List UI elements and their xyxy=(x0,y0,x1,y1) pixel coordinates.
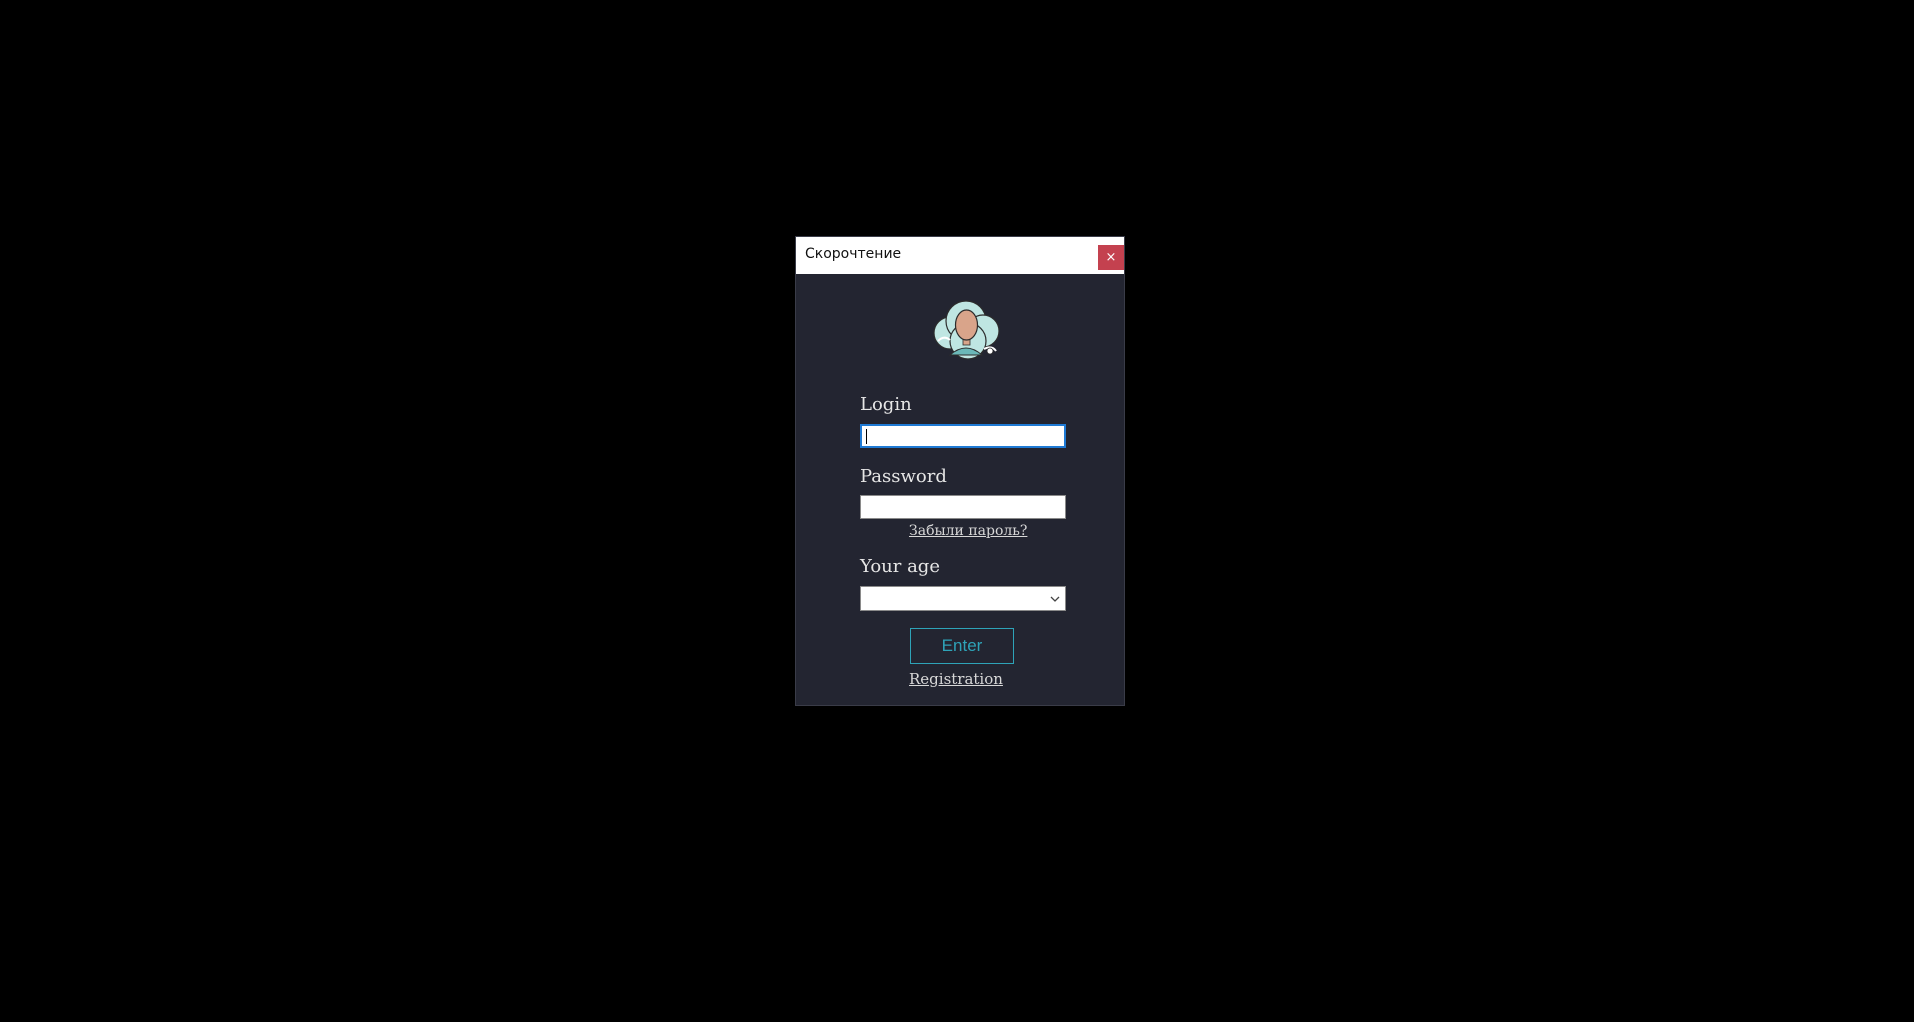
enter-button[interactable]: Enter xyxy=(910,628,1014,664)
user-avatar-icon xyxy=(933,300,1000,360)
login-window: Скорочтение × Login Password Забыли паро… xyxy=(795,236,1125,706)
login-input[interactable] xyxy=(860,424,1066,448)
password-input[interactable] xyxy=(860,495,1066,519)
login-label: Login xyxy=(860,394,912,415)
chevron-down-icon xyxy=(1050,596,1060,602)
title-bar[interactable]: Скорочтение × xyxy=(796,237,1124,274)
password-label: Password xyxy=(860,466,947,487)
forgot-password-link[interactable]: Забыли пароль? xyxy=(909,523,1027,539)
registration-link[interactable]: Registration xyxy=(909,670,1003,688)
window-title: Скорочтение xyxy=(805,246,902,262)
close-button[interactable]: × xyxy=(1098,245,1124,270)
close-icon: × xyxy=(1105,250,1117,265)
age-label: Your age xyxy=(860,556,940,577)
text-caret xyxy=(866,429,867,444)
age-select[interactable] xyxy=(860,586,1066,611)
